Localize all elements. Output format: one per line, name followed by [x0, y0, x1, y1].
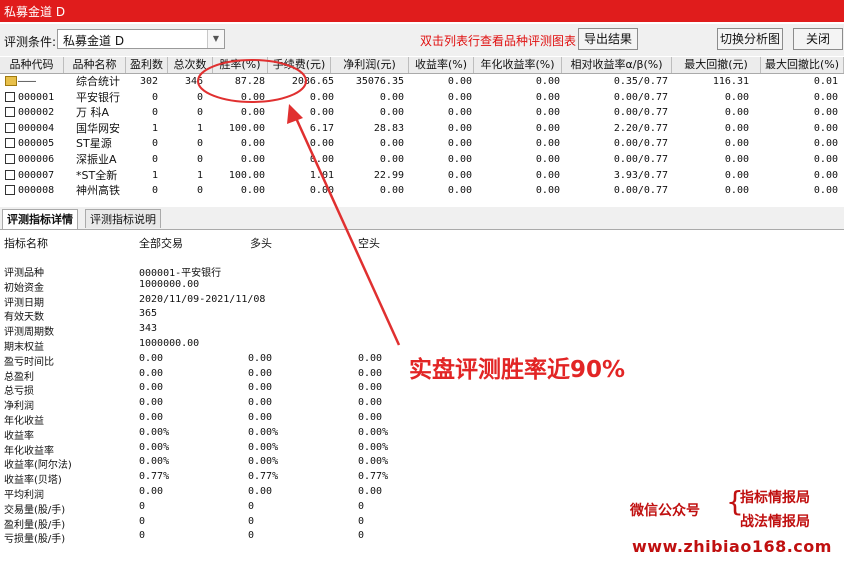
highlight-ellipse [197, 59, 307, 103]
arrow-head [287, 104, 303, 124]
watermark-line2: 战法情报局 [740, 514, 810, 530]
watermark-label: 微信公众号 [630, 503, 700, 519]
watermark-url: www.zhibiao168.com [632, 537, 832, 556]
annotation-arrow [294, 117, 401, 346]
annotation-callout: 实盘评测胜率近90% [409, 357, 626, 383]
watermark-line1: 指标情报局 [740, 490, 810, 506]
annotation-overlay [197, 59, 401, 346]
